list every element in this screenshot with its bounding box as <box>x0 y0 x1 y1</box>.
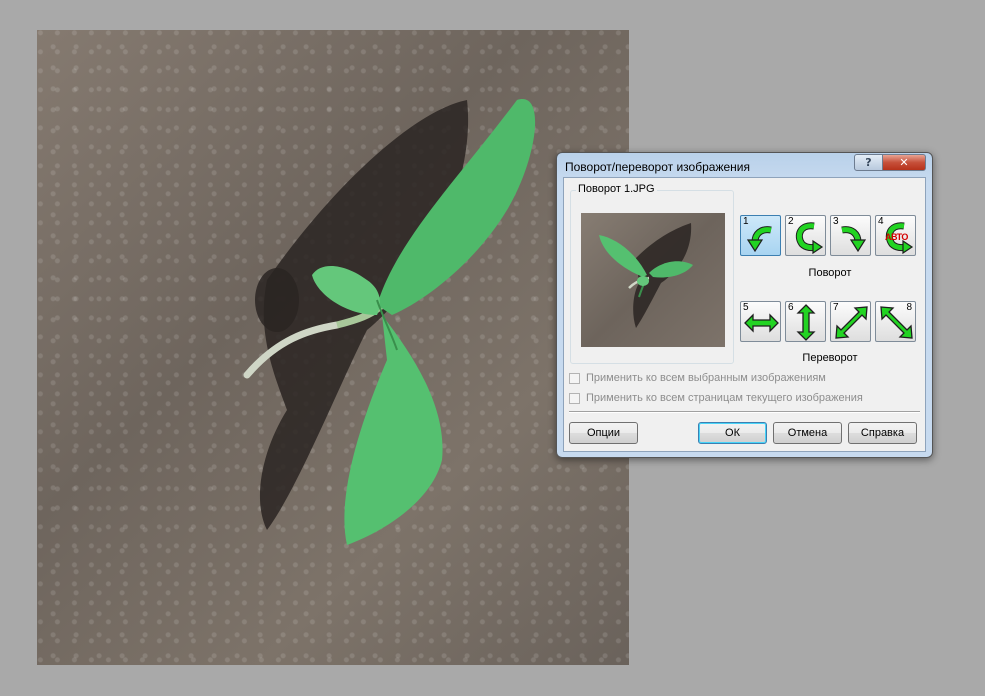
background-photo <box>37 30 629 665</box>
checkbox-label: Применить ко всем страницам текущего изо… <box>586 392 863 404</box>
checkbox-box[interactable] <box>569 373 580 384</box>
auto-rotate-button[interactable]: 4 АВТО <box>875 215 916 256</box>
flip-vertical-button[interactable]: 6 <box>785 301 826 342</box>
flip-diagonal-icon <box>835 306 868 339</box>
close-button[interactable]: ✕ <box>882 154 926 171</box>
checkbox-box[interactable] <box>569 393 580 404</box>
rotate-left-button[interactable]: 1 <box>740 215 781 256</box>
dialog-client-area: Поворот 1.JPG 1 2 3 4 АВТО Поворот 5 6 7… <box>563 177 926 452</box>
image-preview <box>581 213 725 347</box>
ok-button[interactable]: ОК <box>698 422 767 444</box>
rotate-caption: Поворот <box>808 267 852 279</box>
rotate-left-icon <box>746 226 772 253</box>
preview-group-label: Поворот 1.JPG <box>576 183 657 195</box>
auto-badge: АВТО <box>885 232 908 242</box>
flip-caption: Переворот <box>802 352 858 364</box>
preview-group: Поворот 1.JPG <box>570 183 734 364</box>
rotate-180-icon <box>795 222 824 255</box>
flip-antidiagonal-button[interactable]: 8 <box>875 301 916 342</box>
separator <box>569 411 920 413</box>
flip-vertical-icon <box>796 304 816 341</box>
rotate-flip-dialog: Поворот/переворот изображения ? ✕ Поворо… <box>556 152 933 458</box>
rotate-right-icon <box>841 226 867 253</box>
flip-horizontal-icon <box>744 313 779 333</box>
cancel-button[interactable]: Отмена <box>773 422 842 444</box>
help-button[interactable]: Справка <box>848 422 917 444</box>
options-button[interactable]: Опции <box>569 422 638 444</box>
title-bar[interactable]: Поворот/переворот изображения ? ✕ <box>557 153 932 179</box>
checkbox-label: Применить ко всем выбранным изображениям <box>586 372 826 384</box>
flip-antidiagonal-icon <box>880 306 913 339</box>
dialog-title: Поворот/переворот изображения <box>565 160 750 174</box>
flip-horizontal-button[interactable]: 5 <box>740 301 781 342</box>
rotate-right-button[interactable]: 3 <box>830 215 871 256</box>
help-title-button[interactable]: ? <box>854 154 883 171</box>
rotate-180-button[interactable]: 2 <box>785 215 826 256</box>
flip-diagonal-button[interactable]: 7 <box>830 301 871 342</box>
